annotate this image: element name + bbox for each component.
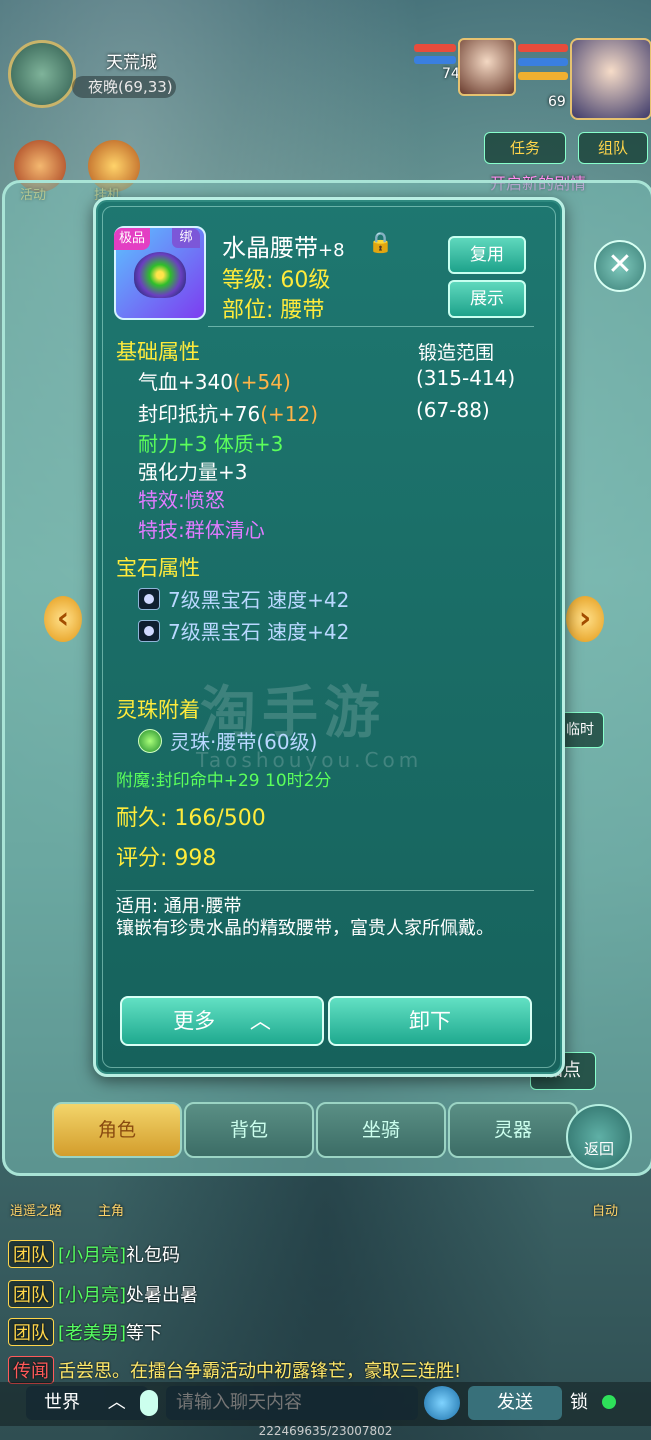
chat-channel-select[interactable]: 世界 ︿ xyxy=(26,1386,148,1420)
attr-seal-resist-value: 封印抵抗+76 xyxy=(138,402,261,426)
return-button[interactable]: 返回 xyxy=(566,1104,632,1170)
quality-badge: 极品 xyxy=(114,228,150,250)
attr-strength: 强化力量+3 xyxy=(138,460,248,484)
chat-lock-label: 锁 xyxy=(570,1392,588,1413)
item-level: 等级: 60级 xyxy=(222,268,331,293)
attr-hp: 气血+340(+54) xyxy=(138,366,291,395)
bead-title: 灵珠附着 xyxy=(116,698,200,722)
pet-mp-bar xyxy=(414,56,456,64)
chat-channel-tag: 团队 xyxy=(8,1240,54,1268)
item-description: 适用: 通用·腰带 镶嵌有珍贵水晶的精致腰带，富贵人家所佩戴。 xyxy=(116,896,528,940)
map-coordinate: 夜晚(69,33) xyxy=(72,76,176,98)
chat-broadcast-text: 舌尝思。在擂台争霸活动中初露锋芒，豪取三连胜! xyxy=(58,1361,462,1382)
next-item-arrow-icon[interactable]: › xyxy=(566,596,604,642)
minimap[interactable] xyxy=(8,40,76,108)
chat-text: 等下 xyxy=(126,1323,163,1344)
emoji-icon[interactable] xyxy=(424,1386,460,1420)
tab-mount[interactable]: 坐骑 xyxy=(316,1102,446,1158)
player-mp-bar xyxy=(518,58,568,66)
gem-row: 7级黑宝石 速度+42 xyxy=(138,584,349,613)
black-gem-icon xyxy=(138,620,160,642)
side-char-label: 主角 xyxy=(98,1204,125,1219)
tab-character[interactable]: 角色 xyxy=(52,1102,182,1158)
attr-skill: 特技:群体清心 xyxy=(138,518,265,542)
black-gem-icon xyxy=(138,588,160,610)
chat-sender[interactable]: [老美男] xyxy=(58,1323,126,1344)
chat-lock-toggle[interactable]: 锁 xyxy=(570,1386,632,1420)
belt-gem-icon xyxy=(134,252,186,298)
side-path-label: 逍遥之路 xyxy=(10,1204,63,1219)
item-name-text: 水晶腰带 xyxy=(222,234,318,262)
gem-attr-title: 宝石属性 xyxy=(116,556,200,580)
more-label: 更多 xyxy=(173,1009,216,1033)
team-button[interactable]: 组队 xyxy=(578,132,648,164)
return-label: 返回 xyxy=(583,1140,614,1158)
chat-text: 礼包码 xyxy=(126,1245,181,1266)
score: 评分: 998 xyxy=(116,846,217,871)
player-level: 69 xyxy=(548,94,566,110)
item-name: 水晶腰带+8 xyxy=(222,228,345,263)
chat-sender[interactable]: [小月亮] xyxy=(58,1245,126,1266)
base-attr-title: 基础属性 xyxy=(116,340,200,364)
show-button[interactable]: 展示 xyxy=(448,280,526,318)
chat-line[interactable]: 团队 [老美男]等下 xyxy=(8,1318,162,1346)
chat-sender[interactable]: [小月亮] xyxy=(58,1285,126,1306)
player-portrait[interactable] xyxy=(570,38,651,120)
enchant-line: 附魔:封印命中+29 10时2分 xyxy=(116,771,332,791)
more-button[interactable]: 更多 ︿ xyxy=(120,996,324,1046)
item-plus: +8 xyxy=(318,240,345,261)
close-icon[interactable]: ✕ xyxy=(594,240,646,292)
attr-hp-bonus: (+54) xyxy=(232,370,291,394)
attr-seal-resist-bonus: (+12) xyxy=(260,402,319,426)
reuse-button[interactable]: 复用 xyxy=(448,236,526,274)
player-hp-bar xyxy=(518,44,568,52)
bead-text: 灵珠·腰带(60级) xyxy=(170,730,318,754)
forge-range-title: 锻造范围 xyxy=(418,342,495,364)
gem-text: 7级黑宝石 速度+42 xyxy=(168,588,350,612)
chat-broadcast-tag: 传闻 xyxy=(8,1356,54,1384)
desc-divider xyxy=(116,890,534,891)
send-button[interactable]: 发送 xyxy=(468,1386,562,1420)
footer-number: 222469635/23007802 xyxy=(258,1424,393,1438)
desc-text: 镶嵌有珍贵水晶的精致腰带，富贵人家所佩戴。 xyxy=(116,918,494,939)
spirit-bead-icon xyxy=(138,729,162,753)
lock-status-dot-icon xyxy=(601,1395,616,1409)
gem-row: 7级黑宝石 速度+42 xyxy=(138,616,349,645)
tab-bag[interactable]: 背包 xyxy=(184,1102,314,1158)
player-anger-bar xyxy=(518,72,568,80)
microphone-icon[interactable] xyxy=(140,1390,158,1416)
auto-label[interactable]: 自动 xyxy=(592,1200,618,1219)
chevron-up-icon: ︿ xyxy=(107,1392,126,1413)
header-divider xyxy=(208,326,534,327)
chat-channel-label: 世界 xyxy=(44,1392,80,1413)
task-button[interactable]: 任务 xyxy=(484,132,566,164)
chat-channel-tag: 团队 xyxy=(8,1318,54,1346)
item-slot: 部位: 腰带 xyxy=(222,298,325,323)
pet-hp-bar xyxy=(414,44,456,52)
forge-range-seal: (67-88) xyxy=(416,398,490,422)
chat-line[interactable]: 传闻 舌尝思。在擂台争霸活动中初露锋芒，豪取三连胜! xyxy=(8,1356,461,1384)
forge-range-hp: (315-414) xyxy=(416,366,516,390)
prev-item-arrow-icon[interactable]: ‹ xyxy=(44,596,82,642)
chat-line[interactable]: 团队 [小月亮]礼包码 xyxy=(8,1240,180,1268)
lock-icon: 🔒 xyxy=(368,230,393,254)
city-name: 天荒城 xyxy=(106,53,157,73)
chat-input[interactable] xyxy=(166,1386,418,1420)
attr-endurance: 耐力+3 体质+3 xyxy=(138,432,284,456)
chat-line[interactable]: 团队 [小月亮]处暑出暑 xyxy=(8,1280,198,1308)
desc-applicable: 适用: 通用·腰带 xyxy=(116,896,242,917)
tab-spirit[interactable]: 灵器 xyxy=(448,1102,578,1158)
durability: 耐久: 166/500 xyxy=(116,806,266,831)
attr-seal-resist: 封印抵抗+76(+12) xyxy=(138,398,318,427)
gem-text: 7级黑宝石 速度+42 xyxy=(168,620,350,644)
chat-channel-tag: 团队 xyxy=(8,1280,54,1308)
unequip-button[interactable]: 卸下 xyxy=(328,996,532,1046)
attr-effect: 特效:愤怒 xyxy=(138,488,225,512)
attr-hp-value: 气血+340 xyxy=(138,370,233,394)
chat-text: 处暑出暑 xyxy=(126,1285,199,1306)
bead-row: 灵珠·腰带(60级) xyxy=(138,726,317,755)
bind-badge: 绑 xyxy=(172,228,200,248)
pet-portrait[interactable] xyxy=(458,38,516,96)
chevron-up-icon: ︿ xyxy=(249,1009,271,1033)
